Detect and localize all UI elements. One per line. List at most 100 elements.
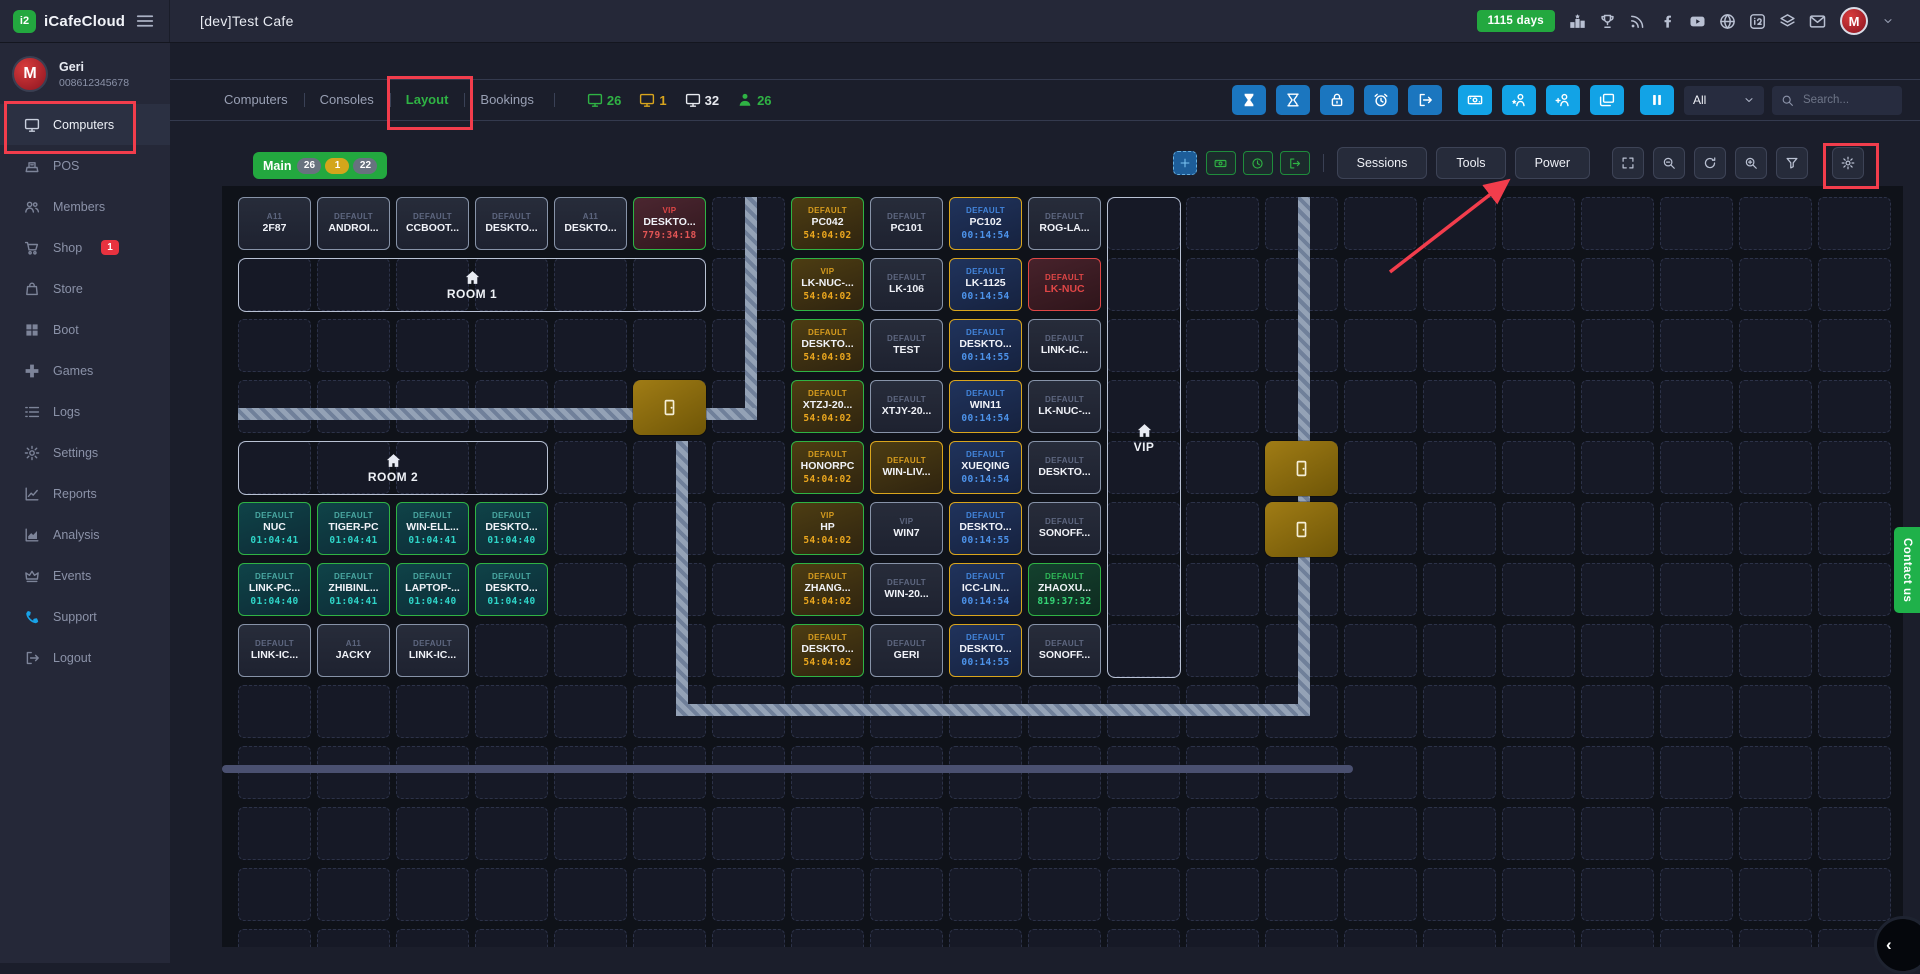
computer-cell[interactable]: DEFAULTWIN1100:14:54 <box>949 380 1022 433</box>
search-input[interactable] <box>1801 93 1890 107</box>
sidebar-item-boot[interactable]: Boot <box>0 309 170 350</box>
globe-icon[interactable] <box>1719 13 1736 30</box>
computer-cell[interactable]: DEFAULTNUC01:04:41 <box>238 502 311 555</box>
zoom-in-button[interactable] <box>1735 147 1767 179</box>
ranking-icon[interactable] <box>1569 13 1586 30</box>
account-avatar[interactable]: M <box>1840 7 1868 35</box>
sidebar-item-analysis[interactable]: Analysis <box>0 514 170 555</box>
computer-cell[interactable]: DEFAULTSONOFF... <box>1028 502 1101 555</box>
computer-cell[interactable]: DEFAULTSONOFF... <box>1028 624 1101 677</box>
chat-widget[interactable]: ‹ <box>1874 916 1920 974</box>
computer-cell[interactable]: DEFAULTDESKTO... <box>475 197 548 250</box>
alarm-clock-button[interactable] <box>1364 85 1398 115</box>
sidebar-item-logout[interactable]: Logout <box>0 637 170 678</box>
cash-button[interactable] <box>1458 85 1492 115</box>
computer-cell[interactable]: A11DESKTO... <box>554 197 627 250</box>
sidebar-item-reports[interactable]: Reports <box>0 473 170 514</box>
computer-cell[interactable]: DEFAULTWIN-20... <box>870 563 943 616</box>
sign-out-button[interactable] <box>1280 151 1310 175</box>
computer-cell[interactable]: DEFAULTZHANG...54:04:02 <box>791 563 864 616</box>
tab-bookings[interactable]: Bookings <box>464 80 549 120</box>
status-filter-select[interactable]: All <box>1684 86 1764 115</box>
images-button[interactable] <box>1590 85 1624 115</box>
computer-cell[interactable]: VIPLK-NUC-...54:04:02 <box>791 258 864 311</box>
tab-layout[interactable]: Layout <box>390 80 465 120</box>
hourglass-filled-button[interactable] <box>1232 85 1266 115</box>
computer-cell[interactable]: DEFAULTWIN-LIV... <box>870 441 943 494</box>
sidebar-item-settings[interactable]: Settings <box>0 432 170 473</box>
computer-cell[interactable]: DEFAULTLINK-PC...01:04:40 <box>238 563 311 616</box>
computer-cell[interactable]: DEFAULTLK-NUC-... <box>1028 380 1101 433</box>
computer-cell[interactable]: A11JACKY <box>317 624 390 677</box>
sidebar-item-logs[interactable]: Logs <box>0 391 170 432</box>
computer-cell[interactable]: DEFAULTDESKTO...00:14:55 <box>949 624 1022 677</box>
sidebar-item-events[interactable]: Events <box>0 555 170 596</box>
computer-cell[interactable]: DEFAULTXTJY-20... <box>870 380 943 433</box>
mail-icon[interactable] <box>1809 13 1826 30</box>
clock-button[interactable] <box>1243 151 1273 175</box>
chevron-down-icon[interactable] <box>1882 15 1894 27</box>
computer-cell[interactable]: DEFAULTDESKTO...01:04:40 <box>475 502 548 555</box>
computer-cell[interactable]: DEFAULTLAPTOP-...01:04:40 <box>396 563 469 616</box>
sidebar-item-pos[interactable]: POS <box>0 145 170 186</box>
refresh-button[interactable] <box>1694 147 1726 179</box>
pause-button[interactable] <box>1640 85 1674 115</box>
computer-cell[interactable]: DEFAULTLINK-IC... <box>1028 319 1101 372</box>
power-button[interactable]: Power <box>1515 147 1590 179</box>
computer-cell[interactable]: A112F87 <box>238 197 311 250</box>
youtube-icon[interactable] <box>1689 13 1706 30</box>
sidebar-item-games[interactable]: Games <box>0 350 170 391</box>
computer-cell[interactable]: DEFAULTDESKTO...00:14:55 <box>949 502 1022 555</box>
computer-cell[interactable]: DEFAULTDESKTO...00:14:55 <box>949 319 1022 372</box>
area-tab-main[interactable]: Main 26122 <box>253 152 387 179</box>
hamburger-menu-icon[interactable] <box>135 11 155 31</box>
computer-cell[interactable]: DEFAULTROG-LA... <box>1028 197 1101 250</box>
days-remaining-badge[interactable]: 1115 days <box>1477 10 1555 32</box>
sidebar-item-support[interactable]: Support <box>0 596 170 637</box>
icafe-logo-icon[interactable] <box>1749 13 1766 30</box>
expand-button[interactable] <box>1612 147 1644 179</box>
tab-computers[interactable]: Computers <box>208 80 304 120</box>
computer-cell[interactable]: DEFAULTPC10200:14:54 <box>949 197 1022 250</box>
settings-button[interactable] <box>1832 147 1864 179</box>
computer-cell[interactable]: DEFAULTHONORPC54:04:02 <box>791 441 864 494</box>
computer-cell[interactable]: DEFAULTANDROI... <box>317 197 390 250</box>
rss-icon[interactable] <box>1629 13 1646 30</box>
sidebar-item-members[interactable]: Members <box>0 186 170 227</box>
tools-button[interactable]: Tools <box>1436 147 1505 179</box>
computer-cell[interactable]: DEFAULTDESKTO...54:04:03 <box>791 319 864 372</box>
sidebar-item-store[interactable]: Store <box>0 268 170 309</box>
computer-cell[interactable]: DEFAULTZHIBINL...01:04:41 <box>317 563 390 616</box>
sessions-button[interactable]: Sessions <box>1337 147 1428 179</box>
computer-cell[interactable]: VIPHP54:04:02 <box>791 502 864 555</box>
computer-cell[interactable]: DEFAULTLINK-IC... <box>396 624 469 677</box>
sidebar-item-computers[interactable]: Computers <box>0 104 170 145</box>
computer-cell[interactable]: DEFAULTGERI <box>870 624 943 677</box>
facebook-icon[interactable] <box>1659 13 1676 30</box>
funnel-button[interactable] <box>1776 147 1808 179</box>
computer-cell[interactable]: DEFAULTPC101 <box>870 197 943 250</box>
computer-cell[interactable]: DEFAULTDESKTO...01:04:40 <box>475 563 548 616</box>
computer-cell[interactable]: DEFAULTLK-NUC <box>1028 258 1101 311</box>
sidebar-item-shop[interactable]: Shop1 <box>0 227 170 268</box>
computer-cell[interactable]: VIPWIN7 <box>870 502 943 555</box>
user-plus-button[interactable] <box>1546 85 1580 115</box>
user-star-button[interactable] <box>1502 85 1536 115</box>
horizontal-scrollbar[interactable] <box>222 765 1353 773</box>
floor-layout-canvas[interactable]: ROOM 1ROOM 2VIPA112F87DEFAULTANDROI...DE… <box>222 186 1903 947</box>
computer-cell[interactable]: DEFAULTTIGER-PC01:04:41 <box>317 502 390 555</box>
layers-icon[interactable] <box>1779 13 1796 30</box>
computer-cell[interactable]: DEFAULTLK-112500:14:54 <box>949 258 1022 311</box>
lock-button[interactable] <box>1320 85 1354 115</box>
computer-cell[interactable]: DEFAULTDESKTO...54:04:02 <box>791 624 864 677</box>
contact-us-button[interactable]: Contact us <box>1894 527 1920 613</box>
computer-cell[interactable]: DEFAULTLK-106 <box>870 258 943 311</box>
cash-button[interactable] <box>1206 151 1236 175</box>
computer-cell[interactable]: DEFAULTPC04254:04:02 <box>791 197 864 250</box>
computer-cell[interactable]: DEFAULTXUEQING00:14:54 <box>949 441 1022 494</box>
search-box[interactable] <box>1772 86 1902 115</box>
computer-cell[interactable]: DEFAULTLINK-IC... <box>238 624 311 677</box>
hourglass-button[interactable] <box>1276 85 1310 115</box>
computer-cell[interactable]: DEFAULTXTZJ-20...54:04:02 <box>791 380 864 433</box>
sign-out-button[interactable] <box>1408 85 1442 115</box>
